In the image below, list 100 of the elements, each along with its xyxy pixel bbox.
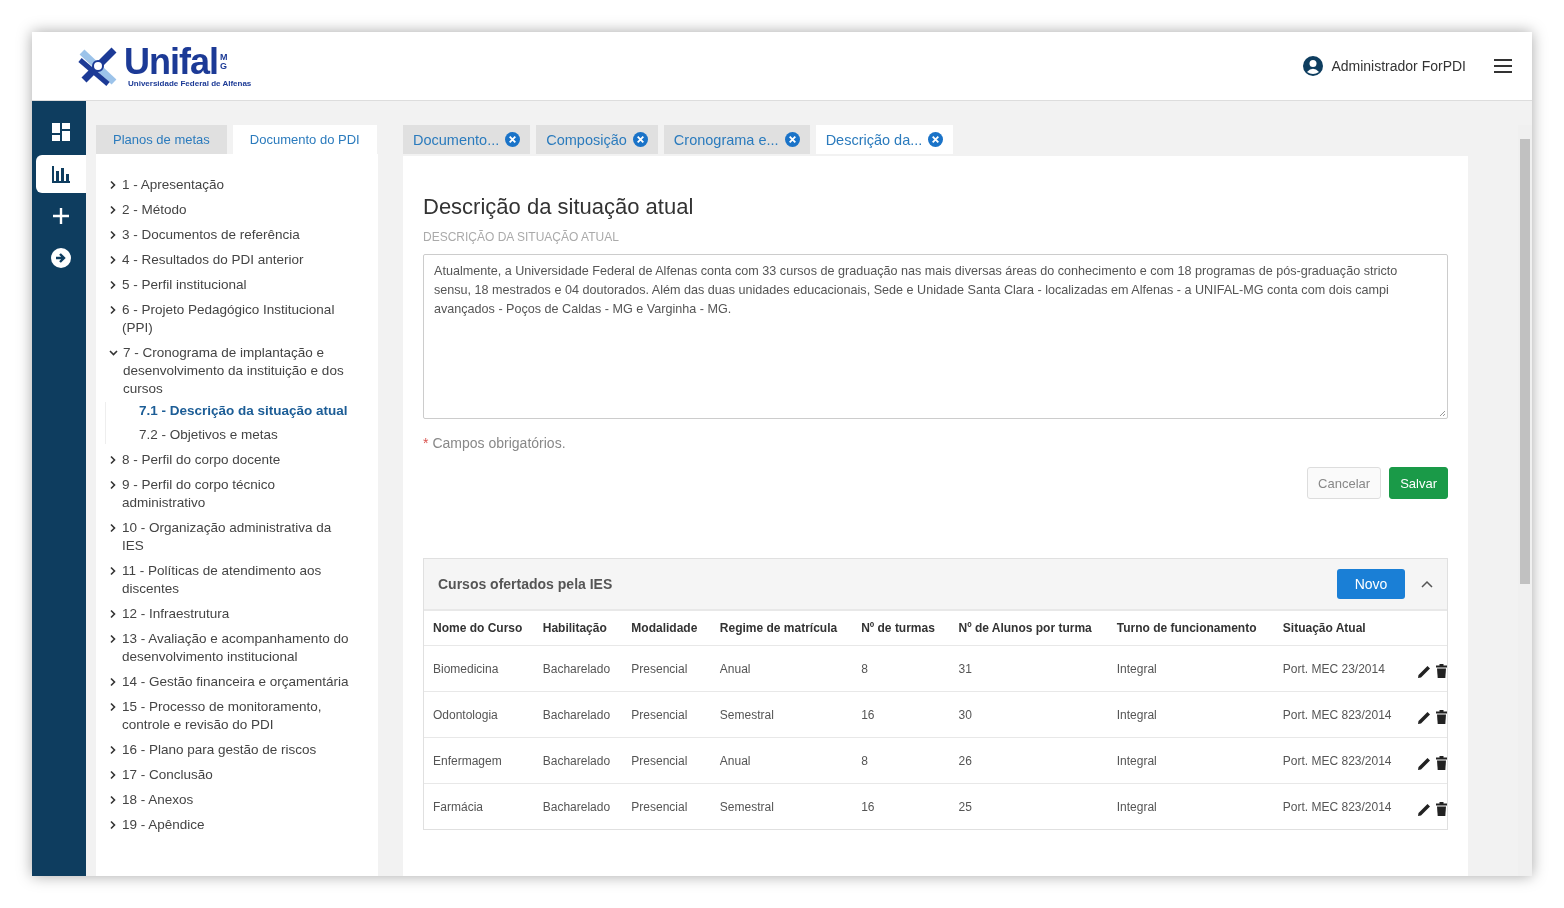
tree-item[interactable]: 2 - Método xyxy=(122,201,187,219)
expand-icon[interactable] xyxy=(109,609,117,619)
pencil-icon[interactable] xyxy=(1417,664,1432,679)
tab[interactable]: Documento do PDI xyxy=(232,125,377,154)
table-cell: Presencial xyxy=(622,737,711,784)
column-header: Nº de turmas xyxy=(852,611,950,646)
table-cell: Biomedicina xyxy=(424,645,534,692)
tree-item[interactable]: 11 - Políticas de atendimento aos discentes xyxy=(122,562,356,598)
tree-item[interactable]: 6 - Projeto Pedagógico Institucional (PPI) xyxy=(122,301,356,337)
tree-item[interactable]: 12 - Infraestrutura xyxy=(122,605,230,623)
expand-icon[interactable] xyxy=(109,205,117,215)
user-icon[interactable] xyxy=(1303,56,1324,76)
expand-icon[interactable] xyxy=(109,702,117,712)
expand-icon[interactable] xyxy=(109,770,117,780)
bar-chart-icon xyxy=(52,166,70,183)
table-cell: Enfermagem xyxy=(424,737,534,784)
trash-icon[interactable] xyxy=(1436,756,1447,770)
expand-icon[interactable] xyxy=(109,677,117,687)
column-header: Regime de matrícula xyxy=(710,611,853,646)
expand-icon[interactable] xyxy=(109,523,117,533)
field-label: DESCRIÇÃO DA SITUAÇÃO ATUAL xyxy=(423,230,620,244)
tree-item[interactable]: 19 - Apêndice xyxy=(122,816,205,834)
table-cell: 31 xyxy=(949,645,1108,692)
tree-item[interactable]: 8 - Perfil do corpo docente xyxy=(122,451,281,469)
section-title: Descrição da situação atual xyxy=(423,194,695,220)
table-cell: 16 xyxy=(852,783,950,829)
table-cell: Presencial xyxy=(622,645,711,692)
expand-icon[interactable] xyxy=(109,305,117,315)
pencil-icon[interactable] xyxy=(1417,756,1432,771)
expand-icon[interactable] xyxy=(109,795,117,805)
resize-grip-icon[interactable] xyxy=(1439,410,1446,417)
table-cell: Port. MEC 23/2014 xyxy=(1273,645,1408,692)
expand-icon[interactable] xyxy=(109,566,117,576)
table-cell: Semestral xyxy=(710,783,853,829)
tree-item[interactable]: 7.2 - Objetivos e metas xyxy=(139,426,356,444)
expand-icon[interactable] xyxy=(109,634,117,644)
expand-icon[interactable] xyxy=(109,820,117,830)
expand-icon[interactable] xyxy=(109,480,117,490)
column-header: Modalidade xyxy=(622,611,711,646)
tree-item[interactable]: 7.1 - Descrição da situação atual xyxy=(139,402,356,420)
tab[interactable]: Planos de metas xyxy=(96,125,227,154)
tree-item[interactable]: 7 - Cronograma de implantação e desenvolvimento da instituição e dos cursos xyxy=(123,344,356,398)
tree-item[interactable]: 18 - Anexos xyxy=(122,791,194,809)
tree-item[interactable]: 4 - Resultados do PDI anterior xyxy=(122,251,304,269)
close-icon[interactable] xyxy=(928,132,944,147)
column-header: Situação Atual xyxy=(1273,611,1408,646)
expand-icon[interactable] xyxy=(109,455,117,465)
pencil-icon[interactable] xyxy=(1417,802,1432,817)
tree-item[interactable]: 14 - Gestão financeira e orçamentária xyxy=(122,673,349,691)
table-cell: Integral xyxy=(1107,691,1274,738)
table-cell: Bacharelado xyxy=(533,645,623,692)
save-button[interactable]: Salvar xyxy=(1389,467,1448,499)
table-cell: 16 xyxy=(852,691,950,738)
tree-item[interactable]: 3 - Documentos de referência xyxy=(122,226,300,244)
table-cell: Odontologia xyxy=(424,691,534,738)
tree-item[interactable]: 15 - Processo de monitoramento, controle e revisão do PDI xyxy=(122,698,356,734)
table-cell: 8 xyxy=(852,645,950,692)
expand-icon[interactable] xyxy=(109,180,117,190)
tree-item[interactable]: 5 - Perfil institucional xyxy=(122,276,247,294)
close-icon[interactable] xyxy=(505,132,521,147)
pencil-icon[interactable] xyxy=(1417,710,1432,725)
document-tab[interactable]: Composição xyxy=(536,125,658,154)
logo-subtitle: Universidade Federal de Alfenas xyxy=(128,78,252,88)
required-mark: * xyxy=(423,435,429,451)
expand-icon[interactable] xyxy=(109,280,117,290)
table-cell: Bacharelado xyxy=(533,737,623,784)
description-field[interactable]: Atualmente, a Universidade Federal de Alfenas conta com 33 cursos de graduação nas mais diversas áreas do conhecimento e com 18 programas de pós-graduação stricto sensu, 18 mestrados e 04 doutorados. Além das duas unidades educacionais, Sede e Unidade Santa Clara - localizadas em Alfenas - a UNIFAL-MG conta com dois campi avançados - Poços de Caldas - MG e Varginha - MG. xyxy=(423,254,1448,419)
required-note: Campos obrigatórios. xyxy=(432,435,566,451)
expand-icon[interactable] xyxy=(109,255,117,265)
table-cell: Presencial xyxy=(622,783,711,829)
tree-item[interactable]: 10 - Organização administrativa da IES xyxy=(122,519,356,555)
column-header: Nome do Curso xyxy=(424,611,534,646)
scrollbar-thumb[interactable] xyxy=(1520,139,1530,584)
close-icon[interactable] xyxy=(632,132,648,147)
expand-icon[interactable] xyxy=(109,745,117,755)
tree-item[interactable]: 16 - Plano para gestão de riscos xyxy=(122,741,317,759)
column-header: Turno de funcionamento xyxy=(1107,611,1274,646)
expand-icon[interactable] xyxy=(109,230,117,240)
user-name[interactable]: Administrador ForPDI xyxy=(1331,58,1466,74)
close-icon[interactable] xyxy=(784,132,800,147)
nav-button[interactable] xyxy=(36,155,86,193)
tree-item[interactable]: 13 - Avaliação e acompanhamento do desenvolvimento institucional xyxy=(122,630,356,666)
panel-title: Cursos ofertados pela IES xyxy=(438,576,613,592)
menu-icon[interactable] xyxy=(1494,59,1512,73)
document-tab[interactable]: Descrição da... xyxy=(815,125,954,154)
table-cell: Anual xyxy=(710,645,853,692)
dashboard-icon xyxy=(52,123,70,141)
tree-item[interactable]: 1 - Apresentação xyxy=(122,176,225,194)
tree-item[interactable]: 17 - Conclusão xyxy=(122,766,213,784)
table-cell: 8 xyxy=(852,737,950,784)
tree-item[interactable]: 9 - Perfil do corpo técnico administrativo xyxy=(122,476,356,512)
logo-state: MG xyxy=(220,53,229,70)
trash-icon[interactable] xyxy=(1436,664,1447,678)
trash-icon[interactable] xyxy=(1436,710,1447,724)
collapse-icon[interactable] xyxy=(109,348,118,358)
table-cell: Port. MEC 823/2014 xyxy=(1273,783,1408,829)
trash-icon[interactable] xyxy=(1436,802,1447,816)
cancel-button[interactable]: Cancelar xyxy=(1307,467,1382,499)
collapse-icon[interactable] xyxy=(1421,580,1433,588)
new-button[interactable]: Novo xyxy=(1337,569,1405,599)
